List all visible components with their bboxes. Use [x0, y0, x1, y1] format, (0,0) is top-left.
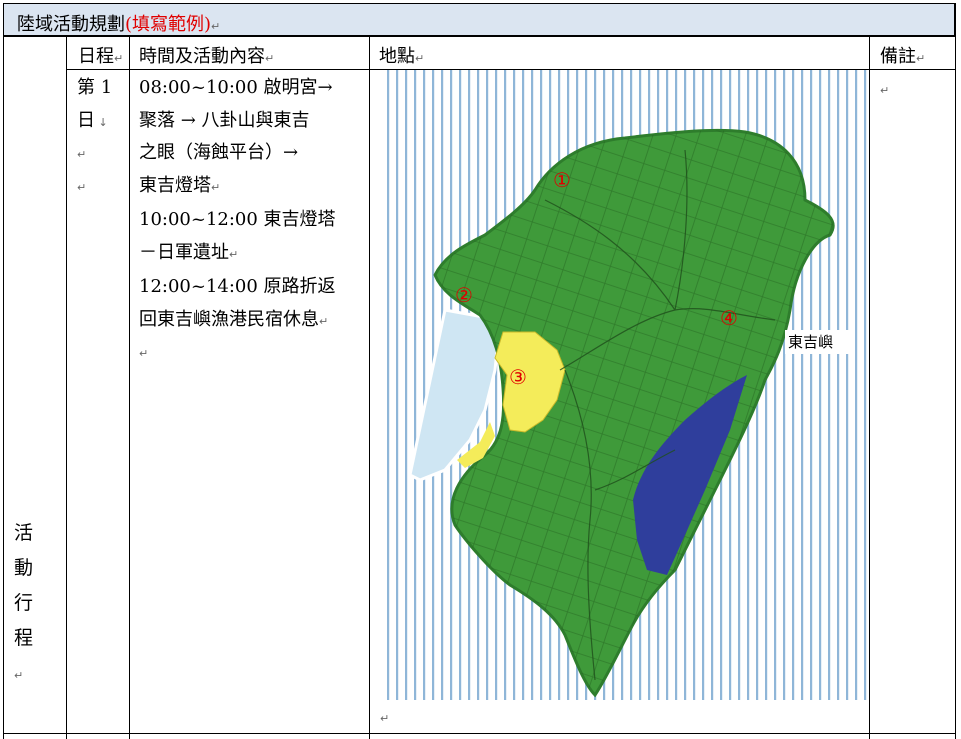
content-line: 聚落 → 八卦山與東吉 [139, 109, 310, 131]
column-divider-day [66, 36, 67, 739]
content-line: －日軍遺址↵ [139, 241, 239, 263]
header-content: 時間及活動內容↵ [139, 46, 275, 67]
table-border-top [3, 36, 956, 37]
header-remarks: 備註↵ [880, 46, 926, 67]
table-border-bottom [3, 733, 956, 734]
island-name-label: 東吉嶼 [788, 333, 833, 351]
activity-content-cell: 08:00~10:00 啟明宮→ 聚落 → 八卦山與東吉 之眼（海蝕平台）→ 東… [139, 72, 367, 371]
table-title: 陸域活動規劃(填寫範例)↵ [17, 10, 220, 36]
island-map-svg: ① ② ③ ④ 東吉嶼 [385, 70, 867, 700]
map-marker-1: ① [553, 168, 571, 192]
map-marker-3: ③ [509, 365, 527, 389]
paragraph-mark-icon: ↵ [211, 20, 221, 33]
content-line: 12:00~14:00 原路折返 [139, 276, 336, 297]
map-marker-4: ④ [720, 306, 738, 330]
island-map-image: ① ② ③ ④ 東吉嶼 [385, 70, 867, 706]
paragraph-mark-icon: ↵ [380, 712, 390, 725]
content-line: 東吉燈塔↵ [139, 174, 221, 196]
title-example-note: (填寫範例) [125, 14, 212, 35]
day-label-line1: 第 1 [77, 77, 113, 98]
table-border-right [955, 3, 956, 739]
content-line: 回東吉嶼漁港民宿休息↵ [139, 308, 329, 330]
table-border-left [3, 36, 4, 739]
paragraph-mark-icon: ↵ [139, 347, 149, 360]
paragraph-mark-icon: ↵ [880, 84, 890, 97]
paragraph-mark-icon: ↵ [77, 148, 87, 161]
day-cell: 第 1 日 ↓ ↵ ↵ [77, 72, 112, 204]
content-line: 08:00~10:00 啟明宮→ [139, 77, 333, 98]
table-title-bar: 陸域活動規劃(填寫範例)↵ [3, 3, 955, 36]
header-day: 日程↵ [78, 46, 124, 67]
column-divider-remarks [869, 36, 870, 739]
content-line: 10:00~12:00 東吉燈塔 [139, 209, 336, 230]
column-divider-content [129, 36, 130, 739]
title-main: 陸域活動規劃 [17, 14, 125, 35]
row-label-itinerary: 活動行程↵ [14, 522, 34, 682]
document-page: 陸域活動規劃(填寫範例)↵ 日程↵ 時間及活動內容↵ 地點↵ 備註↵ 活動行程↵… [0, 0, 961, 739]
content-line: 之眼（海蝕平台）→ [139, 142, 299, 163]
column-divider-location [369, 36, 370, 739]
paragraph-mark-icon: ↵ [77, 180, 87, 194]
map-marker-2: ② [455, 283, 473, 307]
day-label-line2: 日 ↓ [77, 109, 108, 131]
header-location: 地點↵ [379, 46, 425, 67]
